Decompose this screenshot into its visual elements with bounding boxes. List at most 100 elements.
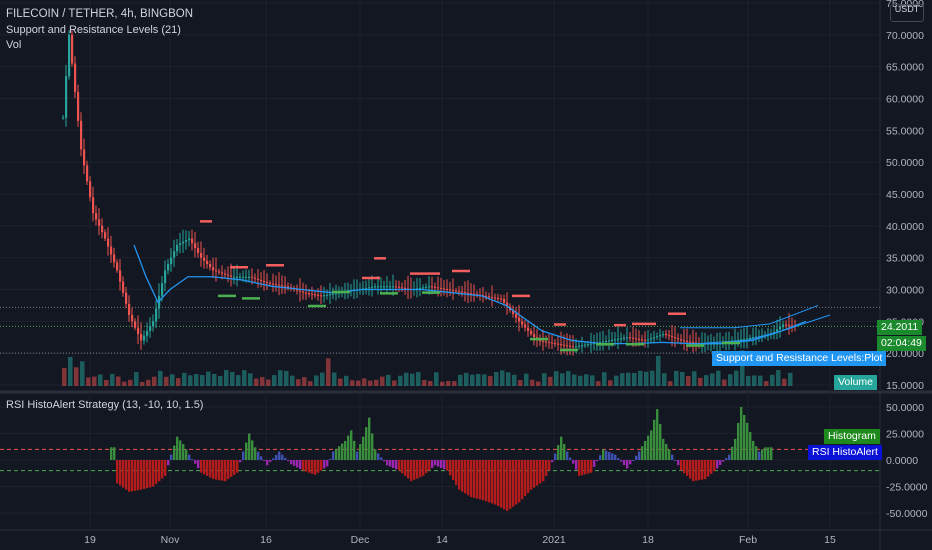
histogram-bar xyxy=(665,444,668,460)
volume-bar xyxy=(362,378,367,386)
volume-bar xyxy=(638,370,643,386)
candle-body xyxy=(524,324,527,328)
histogram-bar xyxy=(305,460,308,472)
histogram-bar xyxy=(764,447,767,460)
volume-bar xyxy=(308,381,313,386)
volume-bar xyxy=(500,370,505,386)
histogram-bar xyxy=(584,460,587,475)
candle-body xyxy=(197,248,200,253)
candle-body xyxy=(422,287,425,289)
candle-body xyxy=(113,254,116,263)
histogram-bar xyxy=(752,440,755,460)
histogram-bar xyxy=(233,460,236,475)
candle-body xyxy=(629,337,632,339)
volume-bar xyxy=(128,379,133,386)
histogram-bar xyxy=(215,460,218,480)
volume-bar xyxy=(608,380,613,386)
volume-bar xyxy=(704,375,709,386)
candle-body xyxy=(251,276,254,278)
volume-bar xyxy=(392,380,397,386)
candle-body xyxy=(782,324,785,327)
histogram-bar xyxy=(467,460,470,496)
candle-body xyxy=(119,270,122,282)
time-tick-label: Nov xyxy=(161,534,180,546)
histogram-bar xyxy=(674,460,677,461)
histogram-bar xyxy=(245,442,248,460)
histogram-badge: Histogram xyxy=(824,429,880,444)
candle-body xyxy=(275,284,278,286)
candle-body xyxy=(269,283,272,285)
volume-bar xyxy=(590,375,595,386)
price-tick-label: 70.0000 xyxy=(886,30,924,42)
histogram-bar xyxy=(710,460,713,474)
candle-body xyxy=(311,293,314,295)
indicator-rsi-label[interactable]: RSI HistoAlert Strategy (13, -10, 10, 1.… xyxy=(6,399,203,411)
candle-body xyxy=(239,276,242,278)
candle-body xyxy=(272,283,275,285)
histogram-bar xyxy=(644,440,647,460)
candle-body xyxy=(377,286,380,288)
histogram-bar xyxy=(239,460,242,463)
volume-bar xyxy=(452,381,457,386)
histogram-bar xyxy=(608,452,611,460)
volume-bar xyxy=(170,374,175,386)
histogram-bar xyxy=(281,454,284,460)
volume-bar xyxy=(188,375,193,386)
histogram-bar xyxy=(197,460,200,469)
histogram-bar xyxy=(614,454,617,460)
histogram-bar xyxy=(371,433,374,460)
currency-selector[interactable]: USDT xyxy=(890,4,924,22)
candle-body xyxy=(572,346,575,348)
volume-bar xyxy=(620,373,625,386)
histogram-bar xyxy=(206,460,209,476)
candle-body xyxy=(467,292,470,294)
histogram-bar xyxy=(167,460,170,466)
candle-body xyxy=(326,294,329,296)
time-tick-label: 15 xyxy=(824,534,836,546)
candle-body xyxy=(392,286,395,288)
histogram-bar xyxy=(668,449,671,460)
volume-bar xyxy=(782,378,787,386)
histogram-bar xyxy=(236,460,239,473)
candle-body xyxy=(617,338,620,340)
candle-body xyxy=(305,292,308,294)
candle-body xyxy=(527,327,530,331)
candle-body xyxy=(656,336,659,338)
candle-body xyxy=(638,338,641,340)
rsi-tick-label: 50.0000 xyxy=(886,402,924,414)
histogram-bar xyxy=(191,459,194,461)
indicator-vol-label[interactable]: Vol xyxy=(6,39,21,51)
sr-plot-badge: Support and Resistance Levels:Plot xyxy=(712,351,887,366)
histogram-bar xyxy=(203,460,206,475)
histogram-bar xyxy=(377,453,380,460)
volume-bar xyxy=(488,376,493,386)
candle-body xyxy=(365,287,368,289)
volume-bar xyxy=(482,374,487,386)
candle-body xyxy=(569,345,572,347)
candle-body xyxy=(584,344,587,346)
histogram-bar xyxy=(266,460,269,466)
volume-bar xyxy=(614,375,619,386)
candle-body xyxy=(557,343,560,345)
histogram-bar xyxy=(293,460,296,466)
histogram-bar xyxy=(419,460,422,478)
chart-canvas[interactable]: 75.000070.000065.000060.000055.000050.00… xyxy=(0,0,932,550)
candle-body xyxy=(644,339,647,341)
histogram-bar xyxy=(362,436,365,460)
volume-bar xyxy=(626,372,631,386)
histogram-bar xyxy=(209,460,212,478)
indicator-sr-label[interactable]: Support and Resistance Levels (21) xyxy=(6,24,181,36)
volume-bar xyxy=(176,378,181,386)
volume-bar xyxy=(254,378,259,386)
histogram-bar xyxy=(485,460,488,502)
volume-bar xyxy=(596,381,601,386)
volume-bar xyxy=(332,372,337,386)
histogram-bar xyxy=(224,460,227,482)
candle-body xyxy=(161,283,164,296)
candle-body xyxy=(152,321,155,327)
candle-body xyxy=(602,341,605,343)
candle-body xyxy=(605,340,608,342)
histogram-bar xyxy=(365,427,368,460)
histogram-bar xyxy=(317,460,320,473)
volume-bar xyxy=(494,372,499,386)
